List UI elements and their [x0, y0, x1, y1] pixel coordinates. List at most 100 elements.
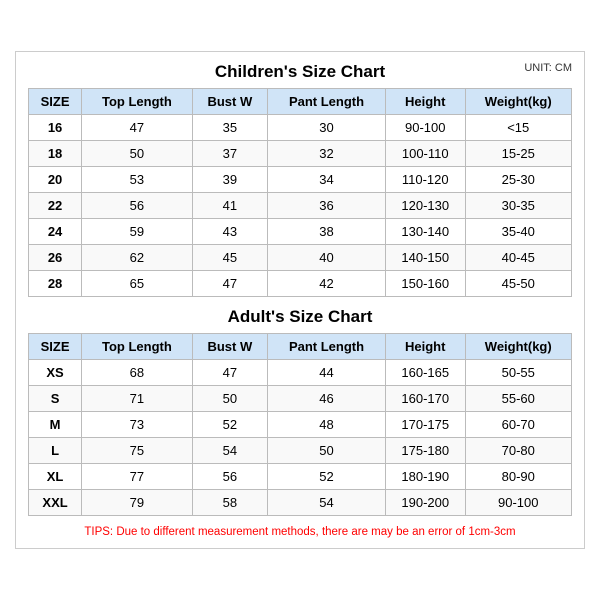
table-cell: 37	[192, 141, 267, 167]
table-cell: 71	[82, 386, 192, 412]
table-cell: 54	[192, 438, 267, 464]
table-cell: 50-55	[465, 360, 572, 386]
unit-label: UNIT: CM	[524, 62, 572, 74]
table-cell: L	[29, 438, 82, 464]
table-cell: 90-100	[465, 490, 572, 516]
table-cell: 45-50	[465, 271, 572, 297]
table-cell: 175-180	[385, 438, 465, 464]
table-row: M735248170-17560-70	[29, 412, 572, 438]
children-table-header: SIZE Top Length Bust W Pant Length Heigh…	[29, 89, 572, 115]
children-col-height: Height	[385, 89, 465, 115]
tips-text: TIPS: Due to different measurement metho…	[28, 526, 572, 538]
table-cell: 47	[82, 115, 192, 141]
table-cell: 56	[82, 193, 192, 219]
table-cell: 38	[268, 219, 386, 245]
adults-header-row: SIZE Top Length Bust W Pant Length Heigh…	[29, 334, 572, 360]
table-cell: 43	[192, 219, 267, 245]
table-cell: 55-60	[465, 386, 572, 412]
table-cell: 56	[192, 464, 267, 490]
table-cell: 170-175	[385, 412, 465, 438]
table-cell: 44	[268, 360, 386, 386]
table-cell: XL	[29, 464, 82, 490]
table-cell: 18	[29, 141, 82, 167]
table-cell: 73	[82, 412, 192, 438]
table-cell: XS	[29, 360, 82, 386]
table-cell: 59	[82, 219, 192, 245]
table-cell: 40	[268, 245, 386, 271]
adults-col-height: Height	[385, 334, 465, 360]
children-header-row: SIZE Top Length Bust W Pant Length Heigh…	[29, 89, 572, 115]
children-col-size: SIZE	[29, 89, 82, 115]
table-cell: M	[29, 412, 82, 438]
adults-col-weight: Weight(kg)	[465, 334, 572, 360]
table-cell: 28	[29, 271, 82, 297]
children-title-row: Children's Size Chart UNIT: CM	[28, 62, 572, 82]
table-row: 22564136120-13030-35	[29, 193, 572, 219]
table-row: XL775652180-19080-90	[29, 464, 572, 490]
adults-col-size: SIZE	[29, 334, 82, 360]
adults-table-body: XS684744160-16550-55S715046160-17055-60M…	[29, 360, 572, 516]
table-row: XXL795854190-20090-100	[29, 490, 572, 516]
table-cell: 60-70	[465, 412, 572, 438]
children-chart-title: Children's Size Chart	[215, 62, 385, 82]
table-cell: 35	[192, 115, 267, 141]
table-row: L755450175-18070-80	[29, 438, 572, 464]
adults-chart-title: Adult's Size Chart	[228, 307, 373, 327]
adults-table-header: SIZE Top Length Bust W Pant Length Heigh…	[29, 334, 572, 360]
table-cell: 100-110	[385, 141, 465, 167]
table-cell: XXL	[29, 490, 82, 516]
table-cell: 35-40	[465, 219, 572, 245]
table-cell: 68	[82, 360, 192, 386]
table-cell: 46	[268, 386, 386, 412]
table-cell: 32	[268, 141, 386, 167]
table-cell: 150-160	[385, 271, 465, 297]
table-cell: 77	[82, 464, 192, 490]
table-cell: 160-165	[385, 360, 465, 386]
table-row: 1647353090-100<15	[29, 115, 572, 141]
table-cell: 160-170	[385, 386, 465, 412]
size-chart-container: Children's Size Chart UNIT: CM SIZE Top …	[15, 51, 585, 549]
table-cell: 22	[29, 193, 82, 219]
table-row: 18503732100-11015-25	[29, 141, 572, 167]
adults-col-pant-length: Pant Length	[268, 334, 386, 360]
table-cell: 70-80	[465, 438, 572, 464]
table-cell: 52	[268, 464, 386, 490]
table-cell: 58	[192, 490, 267, 516]
table-cell: 42	[268, 271, 386, 297]
table-cell: 54	[268, 490, 386, 516]
table-cell: 45	[192, 245, 267, 271]
table-cell: 53	[82, 167, 192, 193]
table-cell: 79	[82, 490, 192, 516]
table-cell: 30-35	[465, 193, 572, 219]
table-cell: 62	[82, 245, 192, 271]
adults-size-table: SIZE Top Length Bust W Pant Length Heigh…	[28, 333, 572, 516]
table-cell: 52	[192, 412, 267, 438]
table-cell: 16	[29, 115, 82, 141]
table-cell: 34	[268, 167, 386, 193]
table-cell: 47	[192, 360, 267, 386]
table-row: S715046160-17055-60	[29, 386, 572, 412]
table-cell: 50	[192, 386, 267, 412]
children-col-top-length: Top Length	[82, 89, 192, 115]
table-cell: 50	[82, 141, 192, 167]
table-cell: 41	[192, 193, 267, 219]
table-cell: 50	[268, 438, 386, 464]
adults-col-top-length: Top Length	[82, 334, 192, 360]
adults-title-row: Adult's Size Chart	[28, 307, 572, 327]
table-row: 28654742150-16045-50	[29, 271, 572, 297]
table-cell: 15-25	[465, 141, 572, 167]
table-cell: 180-190	[385, 464, 465, 490]
table-row: XS684744160-16550-55	[29, 360, 572, 386]
table-row: 26624540140-15040-45	[29, 245, 572, 271]
table-cell: 110-120	[385, 167, 465, 193]
table-cell: 26	[29, 245, 82, 271]
table-row: 20533934110-12025-30	[29, 167, 572, 193]
table-cell: 65	[82, 271, 192, 297]
table-cell: 130-140	[385, 219, 465, 245]
table-cell: <15	[465, 115, 572, 141]
table-cell: 140-150	[385, 245, 465, 271]
table-cell: 75	[82, 438, 192, 464]
table-cell: 90-100	[385, 115, 465, 141]
adults-col-bust-w: Bust W	[192, 334, 267, 360]
table-cell: 120-130	[385, 193, 465, 219]
